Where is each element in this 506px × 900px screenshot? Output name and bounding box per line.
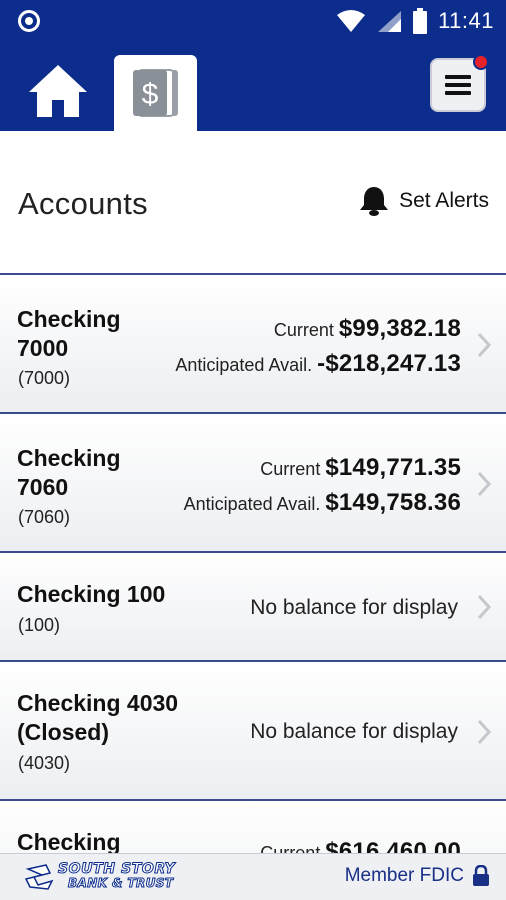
tab-accounts[interactable]: $ xyxy=(114,55,197,131)
account-name: Checking 7060 xyxy=(17,444,121,502)
account-number: (100) xyxy=(18,615,61,635)
account-row[interactable]: Checking Current $616,460.00 xyxy=(0,799,506,853)
account-name: Checking 4030 (Closed) xyxy=(17,689,178,747)
current-amount: $149,771.35 xyxy=(325,454,461,481)
clock: 11:41 xyxy=(438,8,494,33)
set-alerts-button[interactable]: Set Alerts xyxy=(359,185,489,217)
cell-signal-icon xyxy=(378,11,402,32)
menu-button[interactable] xyxy=(430,54,489,112)
account-name: Checking 7000 xyxy=(17,305,121,363)
anticipated-amount: -$218,247.13 xyxy=(317,350,461,377)
status-bar: 11:41 xyxy=(0,0,506,42)
anticipated-label: Anticipated Avail. xyxy=(183,494,321,514)
home-button[interactable] xyxy=(26,62,90,120)
account-name-line1: Checking xyxy=(17,306,121,332)
account-name: Checking xyxy=(17,829,121,853)
account-name-line2: (Closed) xyxy=(17,719,109,745)
bank-name: SOUTH STORY BANK & TRUST xyxy=(57,861,176,891)
wifi-icon xyxy=(337,10,366,32)
chevron-right-icon xyxy=(477,719,492,745)
chevron-right-icon xyxy=(477,332,492,358)
member-fdic: Member FDIC xyxy=(345,865,490,887)
account-name: Checking 100 xyxy=(17,581,166,607)
bank-logo: SOUTH STORY BANK & TRUST xyxy=(24,861,175,891)
status-icons: 11:41 xyxy=(336,6,494,36)
current-balance: Current $616,460.00 xyxy=(260,838,461,853)
lock-icon xyxy=(473,865,489,886)
top-navigation: $ xyxy=(0,42,506,131)
home-icon xyxy=(29,65,87,117)
account-list: Checking 7000 (7000) Current $99,382.18 … xyxy=(0,273,506,853)
account-number: (4030) xyxy=(18,753,71,773)
current-balance: Current $99,382.18 xyxy=(274,315,461,343)
account-row[interactable]: Checking 7000 (7000) Current $99,382.18 … xyxy=(0,273,506,412)
hamburger-menu-icon xyxy=(445,75,471,95)
bank-name-line1: SOUTH STORY xyxy=(57,861,176,877)
page-title: Accounts xyxy=(18,186,148,221)
account-row[interactable]: Checking 4030 (Closed) (4030) No balance… xyxy=(0,660,506,799)
accounts-header: Accounts Set Alerts xyxy=(0,131,506,273)
current-balance: Current $149,771.35 xyxy=(260,454,461,482)
current-label: Current xyxy=(273,320,334,340)
anticipated-label: Anticipated Avail. xyxy=(175,355,313,375)
bell-icon xyxy=(360,187,389,216)
chevron-right-icon xyxy=(477,594,492,620)
account-name-line1: Checking xyxy=(17,445,121,471)
account-name-line1: Checking 4030 xyxy=(17,690,179,716)
anticipated-balance: Anticipated Avail. -$218,247.13 xyxy=(175,350,461,378)
bank-logo-icon xyxy=(24,864,54,890)
current-label: Current xyxy=(260,459,321,479)
account-name-line2: 7000 xyxy=(17,335,69,361)
notification-badge xyxy=(473,54,489,70)
account-number: (7000) xyxy=(18,368,71,388)
chevron-right-icon xyxy=(477,471,492,497)
svg-text:$: $ xyxy=(141,78,158,111)
no-balance-text: No balance for display xyxy=(250,596,458,619)
account-number: (7060) xyxy=(18,507,71,527)
battery-icon xyxy=(413,8,428,34)
account-row[interactable]: Checking 100 (100) No balance for displa… xyxy=(0,551,506,660)
account-row[interactable]: Checking 7060 (7060) Current $149,771.35… xyxy=(0,412,506,551)
bank-name-line2: BANK & TRUST xyxy=(67,876,174,891)
no-balance-text: No balance for display xyxy=(250,720,458,743)
current-amount: $99,382.18 xyxy=(338,315,461,342)
account-name-line2: 7060 xyxy=(17,474,69,500)
notification-circle-icon xyxy=(18,10,40,32)
current-label: Current xyxy=(260,843,321,853)
fdic-label: Member FDIC xyxy=(344,865,464,886)
set-alerts-label: Set Alerts xyxy=(399,189,489,212)
anticipated-balance: Anticipated Avail. $149,758.36 xyxy=(184,489,461,517)
dollar-document-icon: $ xyxy=(132,69,178,117)
current-amount: $616,460.00 xyxy=(325,838,461,853)
anticipated-amount: $149,758.36 xyxy=(325,489,461,516)
footer: SOUTH STORY BANK & TRUST Member FDIC xyxy=(0,853,506,900)
